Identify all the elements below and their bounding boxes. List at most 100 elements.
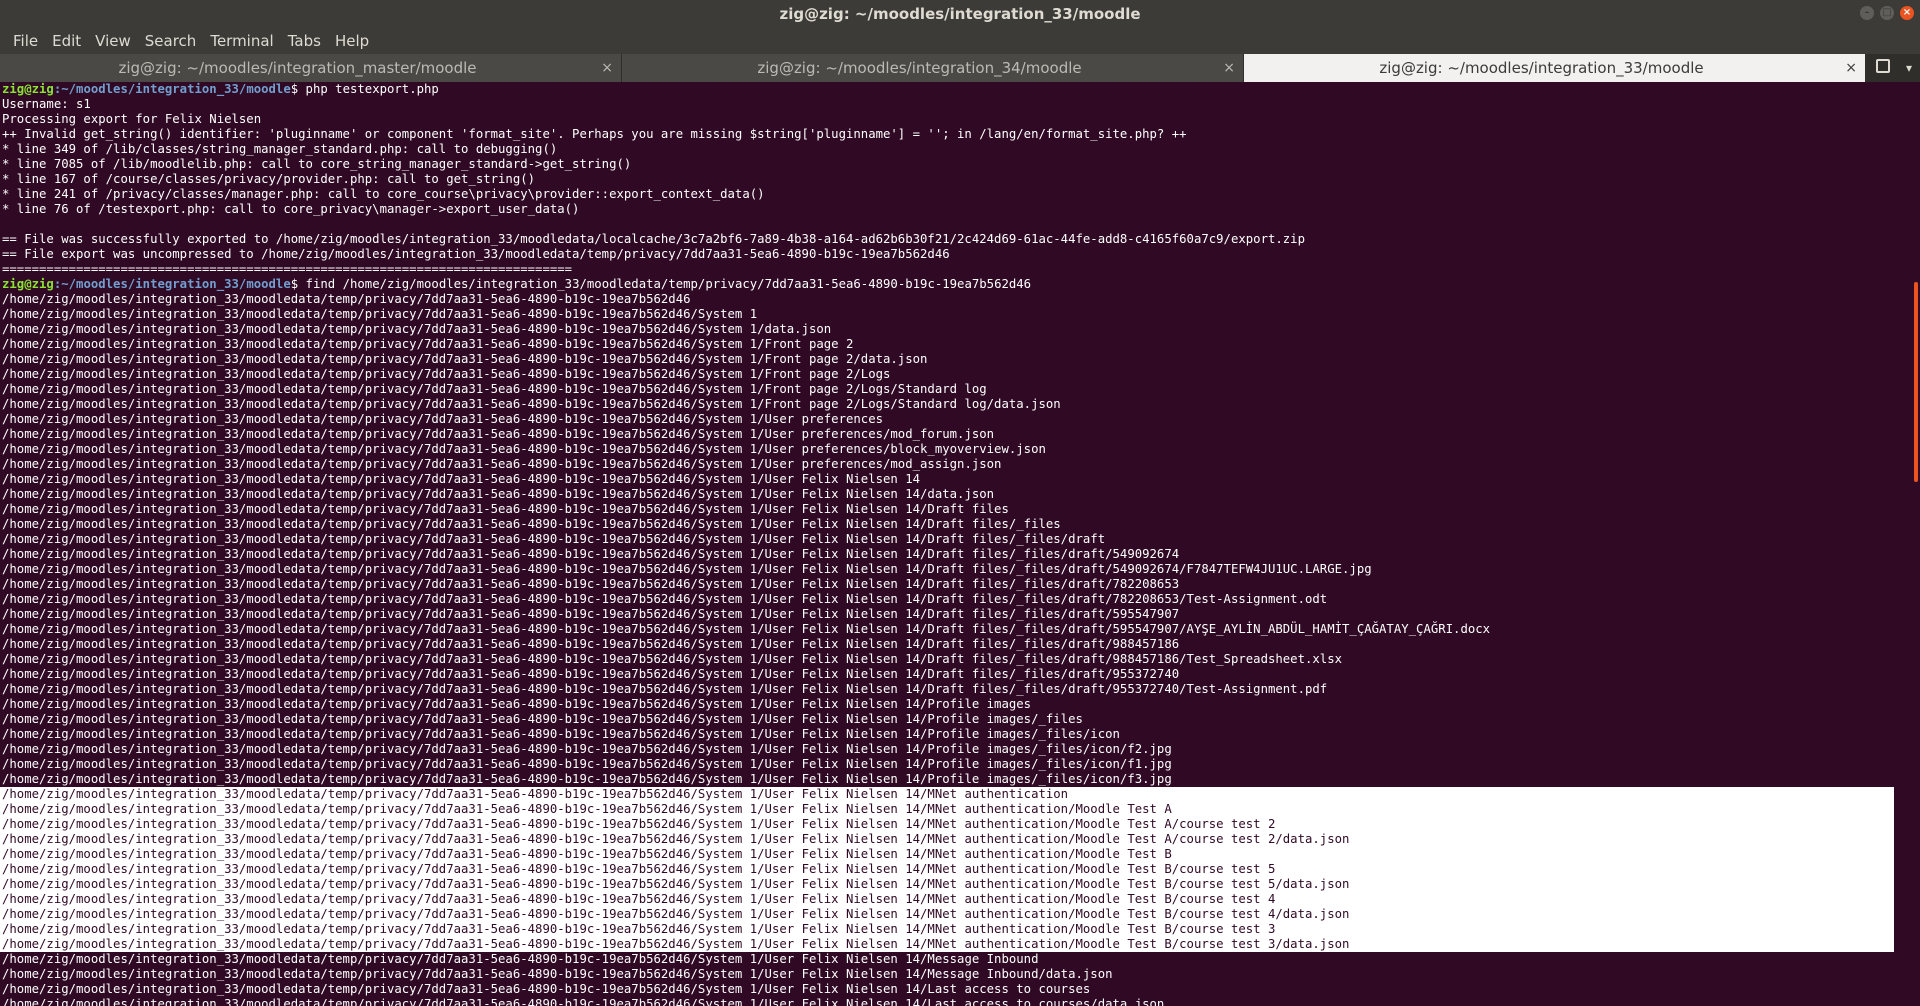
path-suffix: /System 1/User Felix Nielsen 14/MNet aut…	[690, 892, 1276, 906]
path-suffix: /System 1/User Felix Nielsen 14/Draft fi…	[690, 652, 1343, 666]
find-result-line: /home/zig/moodles/integration_33/moodled…	[0, 757, 1906, 772]
maximize-button[interactable]: □	[1880, 6, 1894, 20]
path-prefix: /home/zig/moodles/integration_33/moodled…	[2, 322, 691, 336]
find-result-line: /home/zig/moodles/integration_33/moodled…	[0, 817, 1894, 832]
path-prefix: /home/zig/moodles/integration_33/moodled…	[2, 937, 691, 951]
menu-terminal[interactable]: Terminal	[203, 28, 280, 54]
menu-view[interactable]: View	[88, 28, 138, 54]
tab-tools: ▾	[1868, 54, 1920, 82]
find-result-line: /home/zig/moodles/integration_33/moodled…	[0, 937, 1894, 952]
menu-tabs[interactable]: Tabs	[281, 28, 328, 54]
find-result-line: /home/zig/moodles/integration_33/moodled…	[0, 397, 1906, 412]
path-prefix: /home/zig/moodles/integration_33/moodled…	[2, 967, 691, 981]
find-result-line: /home/zig/moodles/integration_33/moodled…	[0, 922, 1894, 937]
path-prefix: /home/zig/moodles/integration_33/moodled…	[2, 802, 691, 816]
path-prefix: /home/zig/moodles/integration_33/moodled…	[2, 712, 691, 726]
close-window-button[interactable]: ×	[1900, 6, 1914, 20]
menu-search[interactable]: Search	[138, 28, 204, 54]
menu-file[interactable]: File	[6, 28, 45, 54]
find-result-line: /home/zig/moodles/integration_33/moodled…	[0, 727, 1906, 742]
tab-list-chevron-icon[interactable]: ▾	[1906, 54, 1912, 82]
path-suffix: /System 1/User Felix Nielsen 14/Last acc…	[690, 997, 1165, 1006]
path-suffix: /System 1/User Felix Nielsen 14/MNet aut…	[690, 787, 1069, 801]
path-suffix: /System 1/User Felix Nielsen 14/Draft fi…	[690, 682, 1328, 696]
find-result-line: /home/zig/moodles/integration_33/moodled…	[0, 652, 1906, 667]
path-suffix: /System 1/User Felix Nielsen 14/MNet aut…	[690, 907, 1350, 921]
find-result-line: /home/zig/moodles/integration_33/moodled…	[0, 472, 1906, 487]
path-prefix: /home/zig/moodles/integration_33/moodled…	[2, 457, 691, 471]
find-result-line: /home/zig/moodles/integration_33/moodled…	[0, 367, 1906, 382]
output-line: * line 167 of /course/classes/privacy/pr…	[2, 172, 536, 186]
path-suffix: /System 1/User Felix Nielsen 14/Message …	[690, 967, 1113, 981]
output-line: Username: s1	[2, 97, 91, 111]
path-prefix: /home/zig/moodles/integration_33/moodled…	[2, 547, 691, 561]
output-line: * line 241 of /privacy/classes/manager.p…	[2, 187, 765, 201]
path-suffix: /System 1/data.json	[690, 322, 832, 336]
path-suffix: /System 1/User Felix Nielsen 14/Profile …	[690, 742, 1172, 756]
find-result-line: /home/zig/moodles/integration_33/moodled…	[0, 997, 1906, 1006]
find-result-line: /home/zig/moodles/integration_33/moodled…	[0, 307, 1906, 322]
command-text: php testexport.php	[298, 82, 439, 96]
path-suffix: /System 1/User Felix Nielsen 14/Draft fi…	[690, 517, 1061, 531]
find-result-line: /home/zig/moodles/integration_33/moodled…	[0, 772, 1906, 787]
tab-integration-master[interactable]: zig@zig: ~/moodles/integration_master/mo…	[0, 54, 622, 82]
find-result-line: /home/zig/moodles/integration_33/moodled…	[0, 607, 1906, 622]
path-suffix: /System 1/User Felix Nielsen 14/Draft fi…	[690, 592, 1328, 606]
path-prefix: /home/zig/moodles/integration_33/moodled…	[2, 487, 691, 501]
path-prefix: /home/zig/moodles/integration_33/moodled…	[2, 607, 691, 621]
tab-close-icon[interactable]: ×	[1223, 54, 1235, 82]
output-line: == File export was uncompressed to /home…	[2, 247, 950, 261]
scrollbar-thumb[interactable]	[1914, 282, 1918, 482]
tab-integration-34[interactable]: zig@zig: ~/moodles/integration_34/moodle…	[622, 54, 1244, 82]
path-suffix: /System 1/User Felix Nielsen 14/MNet aut…	[690, 802, 1172, 816]
path-prefix: /home/zig/moodles/integration_33/moodled…	[2, 637, 691, 651]
terminal-scrollbar[interactable]	[1906, 82, 1920, 1006]
find-result-line: /home/zig/moodles/integration_33/moodled…	[0, 322, 1906, 337]
path-prefix: /home/zig/moodles/integration_33/moodled…	[2, 652, 691, 666]
path-prefix: /home/zig/moodles/integration_33/moodled…	[2, 382, 691, 396]
tab-label: zig@zig: ~/moodles/integration_master/mo…	[118, 59, 477, 77]
path-prefix: /home/zig/moodles/integration_33/moodled…	[2, 997, 691, 1006]
find-result-line: /home/zig/moodles/integration_33/moodled…	[0, 877, 1894, 892]
command-line: zig@zig:~/moodles/integration_33/moodle$…	[0, 82, 1906, 97]
path-prefix: /home/zig/moodles/integration_33/moodled…	[2, 847, 691, 861]
tab-close-icon[interactable]: ×	[601, 54, 613, 82]
path-prefix: /home/zig/moodles/integration_33/moodled…	[2, 592, 691, 606]
terminal-output[interactable]: zig@zig:~/moodles/integration_33/moodle$…	[0, 82, 1906, 1006]
find-result-line: /home/zig/moodles/integration_33/moodled…	[0, 742, 1906, 757]
path-suffix: /System 1/User Felix Nielsen 14/Draft fi…	[690, 562, 1372, 576]
path-prefix: /home/zig/moodles/integration_33/moodled…	[2, 757, 691, 771]
output-line: Processing export for Felix Nielsen	[2, 112, 262, 126]
menu-edit[interactable]: Edit	[45, 28, 88, 54]
find-result-line: /home/zig/moodles/integration_33/moodled…	[0, 487, 1906, 502]
path-prefix: /home/zig/moodles/integration_33/moodled…	[2, 517, 691, 531]
path-prefix: /home/zig/moodles/integration_33/moodled…	[2, 742, 691, 756]
path-prefix: /home/zig/moodles/integration_33/moodled…	[2, 952, 691, 966]
path-suffix: /System 1/User Felix Nielsen 14/MNet aut…	[690, 832, 1350, 846]
output-line: ++ Invalid get_string() identifier: 'plu…	[2, 127, 1187, 141]
tab-integration-33[interactable]: zig@zig: ~/moodles/integration_33/moodle…	[1244, 54, 1866, 82]
find-result-line: /home/zig/moodles/integration_33/moodled…	[0, 952, 1906, 967]
path-prefix: /home/zig/moodles/integration_33/moodled…	[2, 877, 691, 891]
window-title: zig@zig: ~/moodles/integration_33/moodle	[779, 5, 1141, 23]
path-prefix: /home/zig/moodles/integration_33/moodled…	[2, 907, 691, 921]
path-suffix: /System 1	[690, 307, 758, 321]
new-tab-icon[interactable]	[1876, 59, 1890, 73]
menu-help[interactable]: Help	[328, 28, 376, 54]
path-suffix: /System 1/User Felix Nielsen 14/Profile …	[690, 712, 1083, 726]
path-prefix: /home/zig/moodles/integration_33/moodled…	[2, 502, 691, 516]
prompt-user: zig@zig	[2, 277, 54, 291]
tab-label: zig@zig: ~/moodles/integration_34/moodle	[757, 59, 1082, 77]
find-result-line: /home/zig/moodles/integration_33/moodled…	[0, 337, 1906, 352]
path-suffix: /System 1/Front page 2/Logs	[690, 367, 891, 381]
path-prefix: /home/zig/moodles/integration_33/moodled…	[2, 472, 691, 486]
path-suffix: /System 1/User Felix Nielsen 14/Draft fi…	[690, 607, 1180, 621]
tab-close-icon[interactable]: ×	[1845, 54, 1857, 82]
minimize-button[interactable]: –	[1860, 6, 1874, 20]
path-suffix: /System 1/User preferences	[690, 412, 884, 426]
path-suffix: /System 1/User Felix Nielsen 14/Draft fi…	[690, 622, 1491, 636]
path-suffix: /System 1/User Felix Nielsen 14/Profile …	[690, 697, 1032, 711]
output-line: == File was successfully exported to /ho…	[2, 232, 1305, 246]
path-prefix: /home/zig/moodles/integration_33/moodled…	[2, 532, 691, 546]
